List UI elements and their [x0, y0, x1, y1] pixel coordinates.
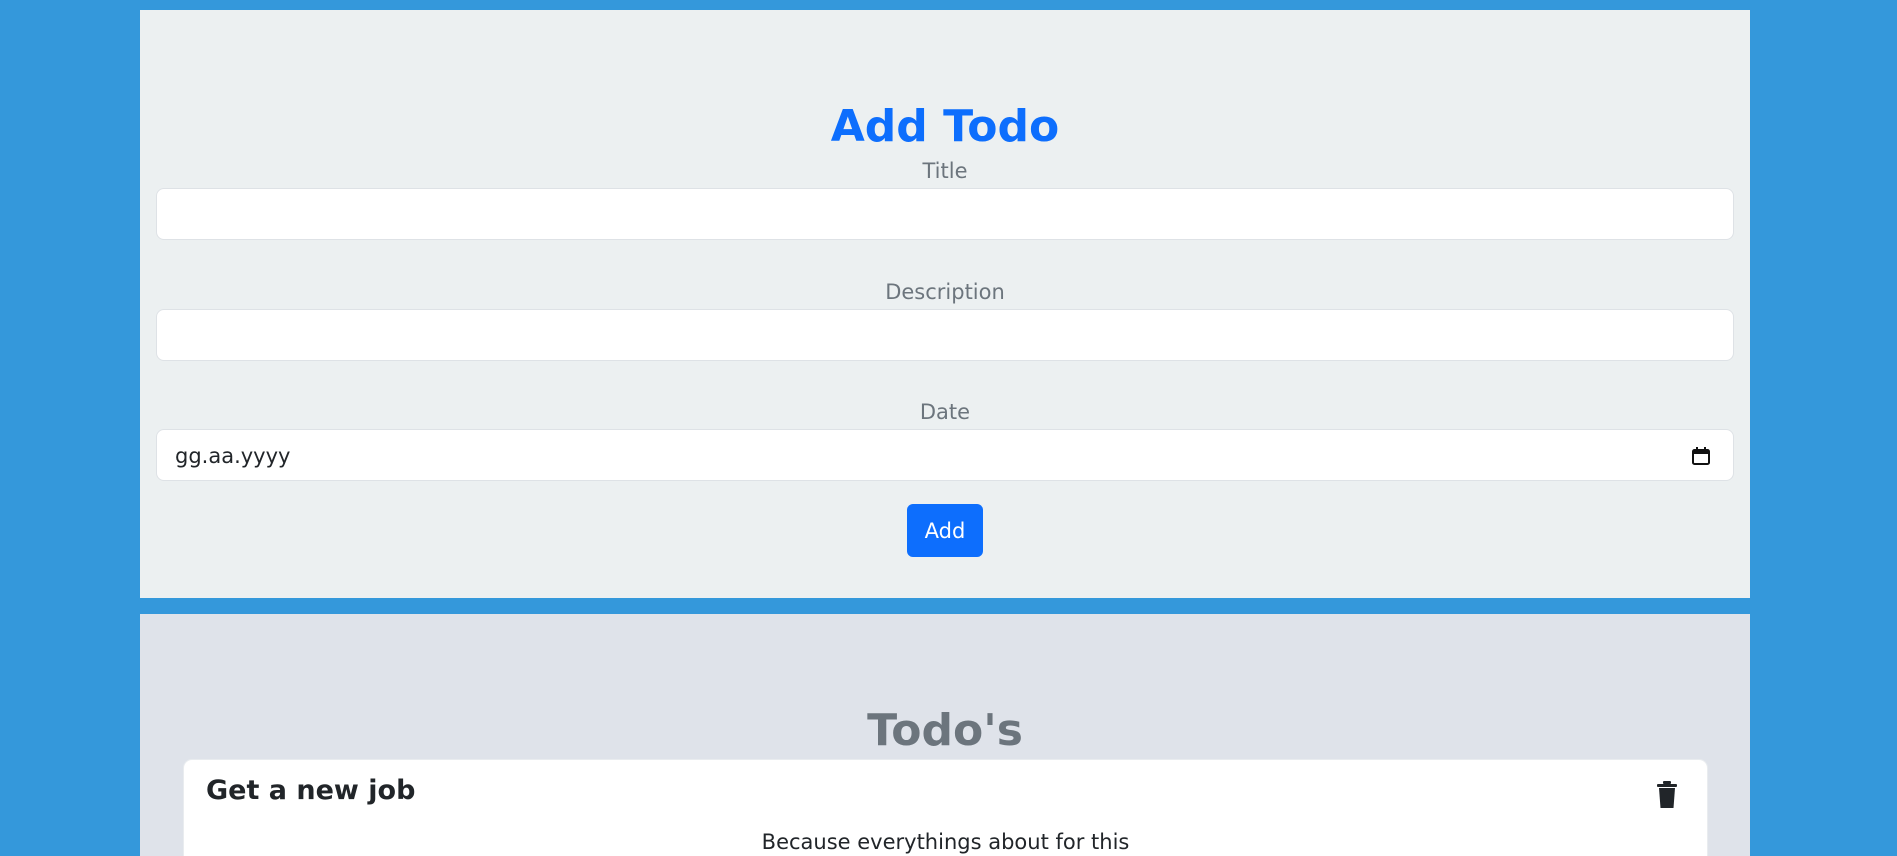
todo-card: Get a new job Because everythings about … [184, 760, 1707, 856]
todos-heading: Todo's [867, 704, 1023, 756]
todo-title: Get a new job [206, 775, 416, 806]
description-input[interactable] [157, 310, 1733, 360]
description-field [156, 309, 1734, 361]
todo-description: Because everythings about for this [761, 830, 1130, 854]
add-todo-heading: Add Todo [830, 101, 1060, 153]
date-input[interactable]: gg.aa.yyyy [156, 429, 1734, 481]
right-background-strip [1750, 0, 1897, 856]
app-frame: Add Todo Title Description Date gg.aa.yy… [0, 0, 1897, 856]
title-label: Title [922, 159, 968, 183]
date-placeholder: gg.aa.yyyy [175, 444, 291, 468]
date-label: Date [919, 400, 971, 424]
title-input[interactable] [157, 189, 1733, 239]
calendar-icon[interactable] [1689, 444, 1713, 468]
add-button[interactable]: Add [907, 504, 983, 557]
todos-panel: Todo's Get a new job Because everythings… [140, 614, 1750, 856]
add-todo-panel: Add Todo Title Description Date gg.aa.yy… [140, 10, 1750, 598]
description-label: Description [885, 280, 1005, 304]
trash-icon[interactable] [1655, 780, 1679, 810]
title-field [156, 188, 1734, 240]
